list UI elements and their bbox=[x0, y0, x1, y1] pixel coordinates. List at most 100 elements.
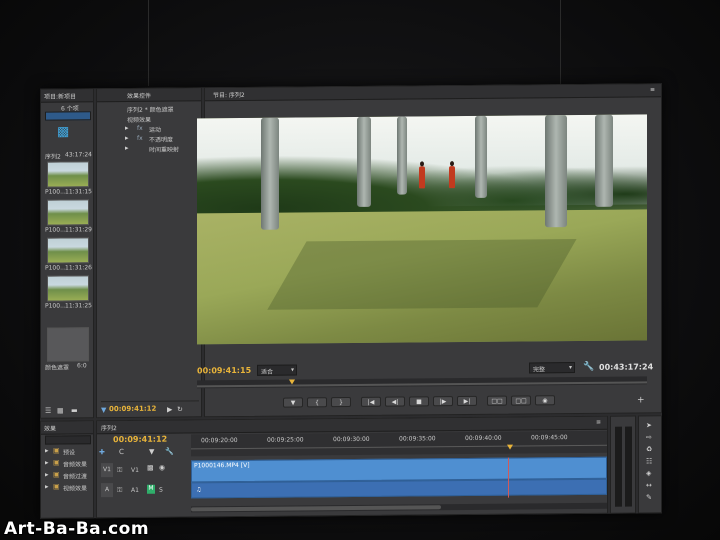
expand-arrow-icon[interactable]: ▸ bbox=[45, 471, 49, 479]
effects-folder-audio-transitions[interactable]: 音频过渡 bbox=[63, 471, 87, 480]
step-back-button[interactable]: ◀| bbox=[385, 396, 405, 407]
snap-icon[interactable]: ✚ bbox=[99, 448, 105, 456]
rolling-edit-tool-icon[interactable]: ☷ bbox=[646, 457, 652, 465]
ruler-line bbox=[191, 444, 607, 450]
icon-view-icon[interactable]: ▦ bbox=[57, 407, 64, 415]
toggle-output-icon[interactable]: ▩ bbox=[147, 464, 154, 472]
projected-editor-window: 项目:新项目 6 个项 ▩ 序列2 43:17:24 P100... 11:31… bbox=[40, 83, 662, 519]
video-person bbox=[419, 166, 425, 189]
sync-lock-icon[interactable]: ⚿ bbox=[117, 486, 122, 494]
video-shadow bbox=[267, 239, 577, 310]
effects-folder-video-effects[interactable]: 视频效果 bbox=[63, 483, 87, 492]
loop-icon[interactable]: ↻ bbox=[177, 405, 183, 413]
scrollbar-thumb[interactable] bbox=[191, 505, 441, 512]
effect-controls-timecode[interactable]: 00:09:41:12 bbox=[109, 405, 156, 413]
razor-tool-icon[interactable]: ◈ bbox=[646, 469, 651, 477]
effects-search-input[interactable] bbox=[45, 435, 91, 445]
search-field[interactable] bbox=[45, 111, 91, 121]
go-to-in-button[interactable]: |◀ bbox=[361, 396, 381, 407]
playhead-timecode[interactable]: 00:09:41:15 bbox=[197, 366, 251, 375]
program-scrub-bar[interactable] bbox=[197, 376, 647, 389]
ripple-edit-tool-icon[interactable]: ♻ bbox=[646, 445, 652, 453]
program-tab-bar: 节目: 序列2 ≡ bbox=[205, 84, 661, 102]
slip-tool-icon[interactable]: ↔ bbox=[646, 481, 652, 489]
expand-arrow-icon[interactable]: ▸ bbox=[45, 459, 49, 467]
audio-meter-panel bbox=[610, 415, 636, 514]
pen-tool-icon[interactable]: ✎ bbox=[646, 493, 652, 501]
expand-arrow-icon[interactable]: ▸ bbox=[45, 447, 49, 455]
add-marker-icon[interactable]: ▼ bbox=[149, 448, 154, 456]
mark-in-button[interactable]: { bbox=[307, 397, 327, 408]
timeline-playhead-marker[interactable] bbox=[507, 444, 513, 450]
mark-out-button[interactable]: } bbox=[331, 397, 351, 408]
list-view-icon[interactable]: ☰ bbox=[45, 407, 51, 415]
source-patch-video[interactable]: V1 bbox=[101, 463, 113, 478]
fx-badge: fx bbox=[137, 124, 143, 132]
ruler-tick-label: 00:09:30:00 bbox=[333, 435, 370, 444]
effect-controls-tab-bar: 效果控件 bbox=[97, 88, 201, 103]
track-label-video: V1 bbox=[131, 466, 139, 474]
effect-motion[interactable]: 运动 bbox=[149, 125, 161, 134]
source-patch-audio[interactable]: A bbox=[101, 483, 113, 498]
tab-project[interactable]: 项目:新项目 bbox=[44, 91, 76, 100]
expand-arrow-icon[interactable]: ▸ bbox=[45, 483, 49, 491]
ceiling-cable bbox=[560, 0, 561, 86]
timeline-settings-icon[interactable]: 🔧 bbox=[165, 448, 174, 456]
clip-thumbnail[interactable] bbox=[47, 237, 89, 264]
timeline-scrollbar[interactable] bbox=[191, 502, 607, 513]
expand-arrow-icon[interactable]: ▸ bbox=[125, 134, 129, 142]
effects-tab-bar: 效果 bbox=[41, 421, 93, 435]
expand-arrow-icon[interactable]: ▸ bbox=[125, 144, 129, 152]
wrench-icon[interactable]: 🔧 bbox=[583, 362, 594, 372]
filter-icon[interactable]: ▼ bbox=[101, 406, 106, 414]
mute-button[interactable]: M bbox=[147, 484, 155, 494]
add-button-icon[interactable]: + bbox=[637, 395, 645, 405]
expand-arrow-icon[interactable]: ▸ bbox=[125, 124, 129, 132]
audio-clip[interactable]: ♫ bbox=[191, 478, 607, 499]
sync-lock-icon[interactable]: ⚿ bbox=[117, 466, 122, 474]
solo-button[interactable]: S bbox=[159, 487, 163, 494]
add-marker-button[interactable]: ▼ bbox=[283, 397, 303, 408]
video-tree-trunk bbox=[261, 117, 279, 230]
stop-button[interactable]: ■ bbox=[409, 396, 429, 407]
play-icon[interactable]: ▶ bbox=[167, 406, 172, 414]
time-ruler[interactable]: 00:09:20:00 00:09:25:00 00:09:30:00 00:0… bbox=[191, 430, 607, 457]
fit-dropdown[interactable]: 适合 ▾ bbox=[257, 364, 297, 376]
clip-duration: 11:31:26 bbox=[65, 264, 92, 272]
clip-name: 序列2 bbox=[45, 153, 61, 161]
clip-name: P100... bbox=[45, 302, 66, 310]
effects-folder-presets[interactable]: 预设 bbox=[63, 447, 75, 456]
video-tree-trunk bbox=[475, 115, 487, 198]
effect-opacity[interactable]: 不透明度 bbox=[149, 135, 173, 144]
extract-button[interactable]: □□ bbox=[511, 395, 531, 406]
quality-dropdown[interactable]: 完整 ▾ bbox=[529, 362, 575, 374]
clip-thumbnail[interactable] bbox=[47, 199, 89, 226]
export-frame-button[interactable]: ◉ bbox=[535, 395, 555, 406]
effect-time-remap[interactable]: 时间重映射 bbox=[149, 145, 179, 154]
step-forward-button[interactable]: |▶ bbox=[433, 396, 453, 407]
clip-duration: 6:0 bbox=[77, 362, 87, 370]
tab-sequence[interactable]: 序列2 bbox=[101, 423, 117, 432]
panel-menu-icon[interactable]: ≡ bbox=[650, 86, 655, 93]
ruler-tick-label: 00:09:35:00 bbox=[399, 435, 436, 443]
playhead-marker[interactable] bbox=[289, 379, 295, 385]
zoom-slider-icon[interactable]: ▬ bbox=[71, 406, 78, 414]
clip-thumbnail[interactable] bbox=[47, 327, 89, 362]
clip-thumbnail[interactable] bbox=[47, 275, 89, 302]
clip-name: P100... bbox=[45, 264, 66, 272]
panel-menu-icon[interactable]: ≡ bbox=[596, 419, 601, 426]
lift-button[interactable]: □□ bbox=[487, 395, 507, 406]
tab-program[interactable]: 节目: 序列2 bbox=[213, 90, 245, 99]
eye-icon[interactable]: ◉ bbox=[159, 464, 165, 472]
effects-folder-audio-effects[interactable]: 音频效果 bbox=[63, 459, 87, 468]
tab-effect-controls[interactable]: 效果控件 bbox=[127, 91, 151, 100]
chevron-down-icon: ▾ bbox=[568, 364, 572, 372]
timeline-timecode[interactable]: 00:09:41:12 bbox=[113, 435, 167, 444]
selection-tool-icon[interactable]: ➤ bbox=[646, 421, 652, 429]
tab-effects[interactable]: 效果 bbox=[44, 424, 56, 433]
linked-selection-icon[interactable]: C bbox=[119, 448, 124, 456]
clip-thumbnail[interactable] bbox=[47, 161, 89, 188]
go-to-out-button[interactable]: ▶| bbox=[457, 395, 477, 407]
track-select-tool-icon[interactable]: ⇨ bbox=[646, 433, 652, 441]
folder-icon: ▣ bbox=[53, 458, 60, 467]
